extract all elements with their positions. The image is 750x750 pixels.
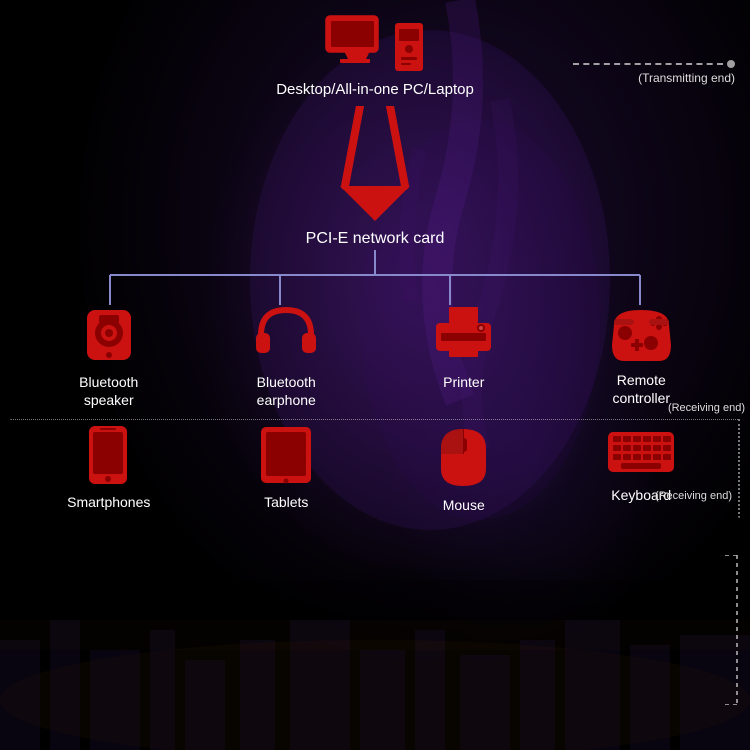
- bluetooth-earphone-label: Bluetoothearphone: [257, 373, 316, 409]
- device-tablets: Tablets: [221, 424, 351, 513]
- pc-icons: [324, 15, 425, 73]
- receiving-end-label-outside: (Receiving end): [655, 490, 732, 502]
- device-remote-controller: Remotecontroller: [576, 305, 706, 409]
- pc-label: Desktop/All-in-one PC/Laptop: [276, 81, 474, 98]
- smartphones-label: Smartphones: [67, 494, 150, 510]
- mouse-label: Mouse: [443, 497, 485, 513]
- bluetooth-earphone-icon: [251, 305, 321, 365]
- remote-controller-label: Remotecontroller: [612, 371, 670, 407]
- arrow-svg: [335, 106, 415, 226]
- device-mouse: Mouse: [399, 424, 529, 513]
- row1-devices: Bluetoothspeaker Bluetoothearphone: [0, 305, 750, 409]
- smartphones-icon: [81, 424, 136, 486]
- transmitting-end: (Transmitting end): [573, 60, 735, 85]
- transmitting-end-label: (Transmitting end): [638, 71, 735, 85]
- device-bluetooth-earphone: Bluetoothearphone: [221, 305, 351, 409]
- row2-devices: Smartphones Tablets: [0, 424, 750, 513]
- connector-lines: [0, 250, 750, 305]
- desktop-tower-icon: [393, 21, 425, 73]
- dotted-right-border-svg: [723, 555, 738, 705]
- mouse-icon: [436, 424, 491, 489]
- remote-controller-icon: [609, 305, 674, 363]
- bluetooth-speaker-label: Bluetoothspeaker: [79, 373, 138, 409]
- receiving-end: (Receiving end): [668, 402, 745, 414]
- monitor-icon: [324, 15, 389, 73]
- device-printer: Printer: [399, 305, 529, 409]
- row2-wrapper: Smartphones Tablets: [0, 424, 750, 513]
- printer-icon: [431, 305, 496, 365]
- tablets-icon: [256, 424, 316, 486]
- connector-svg: [35, 250, 715, 305]
- keyboard-icon: [606, 424, 676, 479]
- bluetooth-speaker-icon: [79, 305, 139, 365]
- pc-block: Desktop/All-in-one PC/Laptop: [276, 15, 474, 98]
- printer-label: Printer: [443, 373, 484, 391]
- receiving-end-label: (Receiving end): [668, 402, 745, 414]
- network-card-label: PCI-E network card: [0, 230, 750, 248]
- device-smartphones: Smartphones: [44, 424, 174, 513]
- device-bluetooth-speaker: Bluetoothspeaker: [44, 305, 174, 409]
- tablets-label: Tablets: [264, 494, 308, 510]
- arrow-down: [0, 106, 750, 226]
